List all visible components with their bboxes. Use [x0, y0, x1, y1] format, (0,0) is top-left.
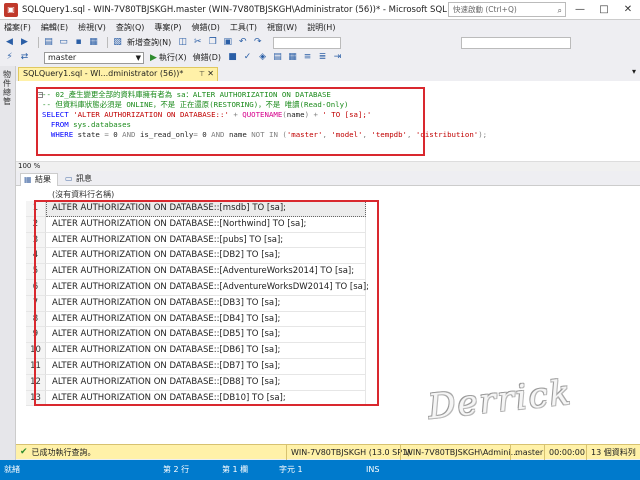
status-column: 第 1 欄 — [222, 465, 249, 474]
success-check-icon: ✔ — [20, 447, 28, 457]
sql-editor-toolbar: ⚡ ⇄ master ▼ ▶ 執行(X) 偵錯(D) ■ ✓ ◈ ▤ ▦ ≡ ≣… — [0, 50, 640, 65]
open-folder-icon[interactable]: ▭ — [58, 37, 69, 48]
menu-bar: 檔案(F) 編輯(E) 檢視(V) 查詢(Q) 專案(P) 偵錯(D) 工具(T… — [0, 20, 640, 34]
copy-icon[interactable]: ❐ — [207, 37, 218, 48]
quick-launch-placeholder: 快速啟動 (Ctrl+Q) — [453, 5, 517, 14]
menu-query[interactable]: 查詢(Q) — [116, 22, 145, 33]
connect-icon[interactable]: ⚡ — [4, 52, 15, 63]
results-to-text-icon[interactable]: ▤ — [272, 52, 283, 63]
parse-check-icon[interactable]: ✓ — [242, 52, 253, 63]
zoom-level[interactable]: 100 % — [18, 162, 40, 171]
find-combo[interactable] — [461, 36, 572, 49]
message-icon: ▭ — [65, 174, 73, 183]
status-bar: 就緒 第 2 行 第 1 欄 字元 1 INS — [0, 460, 640, 480]
quick-launch-input[interactable]: 快速啟動 (Ctrl+Q) ⌕ — [448, 2, 566, 17]
standard-toolbar: ◀ ▶ ▤ ▭ ▪ ▦ ▧ 新增查詢(N) ◫ ✂ ❐ ▣ ↶ ↷ — [0, 35, 640, 50]
menu-help[interactable]: 說明(H) — [307, 22, 335, 33]
save-icon[interactable]: ▪ — [73, 37, 84, 48]
grid-icon: ▦ — [24, 175, 32, 184]
status-elapsed: 00:00:00 — [544, 445, 585, 460]
database-select[interactable]: master ▼ — [44, 51, 144, 64]
object-explorer-rail[interactable]: 物件總管 — [0, 66, 16, 460]
database-select-value: master — [48, 52, 77, 62]
results-tabstrip: ▦ 結果 ▭ 訊息 — [16, 172, 640, 186]
new-query-icon[interactable]: ▧ — [112, 37, 123, 48]
tab-label: SQLQuery1.sql - WI...dministrator (56))* — [23, 69, 184, 78]
tab-sqlquery1[interactable]: SQLQuery1.sql - WI...dministrator (56))*… — [18, 67, 218, 81]
chevron-down-icon: ▼ — [135, 53, 141, 62]
status-line: 第 2 行 — [163, 465, 190, 474]
redo-icon[interactable]: ↷ — [252, 37, 263, 48]
tab-messages[interactable]: ▭ 訊息 — [62, 173, 98, 186]
change-connection-icon[interactable]: ⇄ — [19, 52, 30, 63]
title-bar: ▣ SQLQuery1.sql - WIN-7V80TBJSKGH.master… — [0, 0, 640, 20]
menu-edit[interactable]: 編輯(E) — [41, 22, 68, 33]
window-title: SQLQuery1.sql - WIN-7V80TBJSKGH.master (… — [22, 4, 462, 15]
query-status-message: 已成功執行查詢。 — [31, 447, 96, 457]
menu-project[interactable]: 專案(P) — [154, 22, 181, 33]
new-query-button[interactable]: 新增查詢(N) — [127, 37, 171, 48]
toolbar-separator — [38, 37, 39, 48]
tab-messages-label: 訊息 — [76, 174, 92, 183]
toolbar-separator — [107, 37, 108, 48]
status-user: WIN-7V80TBJSKGH\Admini... — [400, 445, 518, 460]
object-explorer-label[interactable]: 物件總管 — [3, 70, 13, 106]
menu-window[interactable]: 視窗(W) — [267, 22, 297, 33]
column-header[interactable]: (沒有資料行名稱) — [52, 189, 114, 200]
status-ins: INS — [366, 465, 380, 474]
status-char: 字元 1 — [279, 465, 303, 474]
paste-icon[interactable]: ▣ — [222, 37, 233, 48]
cut-icon[interactable]: ✂ — [192, 37, 203, 48]
search-icon: ⌕ — [557, 6, 562, 15]
undo-icon[interactable]: ↶ — [237, 37, 248, 48]
ssms-app-icon: ▣ — [4, 2, 18, 17]
status-server: WIN-7V80TBJSKGH (13.0 SP1) — [286, 445, 410, 460]
database-query-icon[interactable]: ◫ — [177, 37, 188, 48]
execute-button[interactable]: 執行(X) — [159, 52, 187, 63]
forward-icon[interactable]: ▶ — [19, 37, 30, 48]
close-button[interactable]: ✕ — [616, 0, 640, 20]
close-icon[interactable]: ✕ — [207, 68, 214, 80]
save-all-icon[interactable]: ▦ — [88, 37, 99, 48]
menu-debug[interactable]: 偵錯(D) — [191, 22, 219, 33]
code-token: 'distribution' — [415, 130, 479, 139]
chevron-down-icon[interactable]: ▾ — [632, 67, 636, 76]
status-ready: 就緒 — [4, 465, 20, 474]
display-plan-icon[interactable]: ◈ — [257, 52, 268, 63]
solution-config-combo[interactable] — [273, 36, 342, 49]
results-to-grid-icon[interactable]: ▦ — [287, 52, 298, 63]
maximize-button[interactable]: □ — [592, 0, 616, 20]
menu-file[interactable]: 檔案(F) — [4, 22, 31, 33]
debug-button[interactable]: 偵錯(D) — [193, 52, 221, 63]
minimize-button[interactable]: — — [568, 0, 592, 20]
query-status-bar: ✔ 已成功執行查詢。 WIN-7V80TBJSKGH (13.0 SP1) WI… — [16, 444, 640, 460]
editor-zoom-bar: 100 % — [16, 161, 640, 171]
pin-icon[interactable]: ⊤ — [199, 68, 205, 80]
status-database: master — [510, 445, 543, 460]
document-tabstrip: SQLQuery1.sql - WI...dministrator (56))*… — [16, 66, 640, 81]
code-token: ); — [478, 130, 488, 139]
highlight-box-results — [34, 200, 379, 406]
tab-results[interactable]: ▦ 結果 — [20, 173, 58, 186]
uncomment-icon[interactable]: ≣ — [317, 52, 328, 63]
tab-results-label: 結果 — [35, 175, 51, 184]
execute-icon: ▶ — [150, 52, 157, 63]
menu-tools[interactable]: 工具(T) — [230, 22, 257, 33]
indent-icon[interactable]: ⇥ — [332, 52, 343, 63]
highlight-box-query — [36, 87, 425, 156]
stop-icon[interactable]: ■ — [227, 52, 238, 63]
new-file-icon[interactable]: ▤ — [43, 37, 54, 48]
comment-icon[interactable]: ≡ — [302, 52, 313, 63]
window-controls: — □ ✕ — [568, 0, 640, 20]
menu-view[interactable]: 檢視(V) — [78, 22, 106, 33]
status-row-count: 13 個資料列 — [586, 445, 636, 460]
back-icon[interactable]: ◀ — [4, 37, 15, 48]
